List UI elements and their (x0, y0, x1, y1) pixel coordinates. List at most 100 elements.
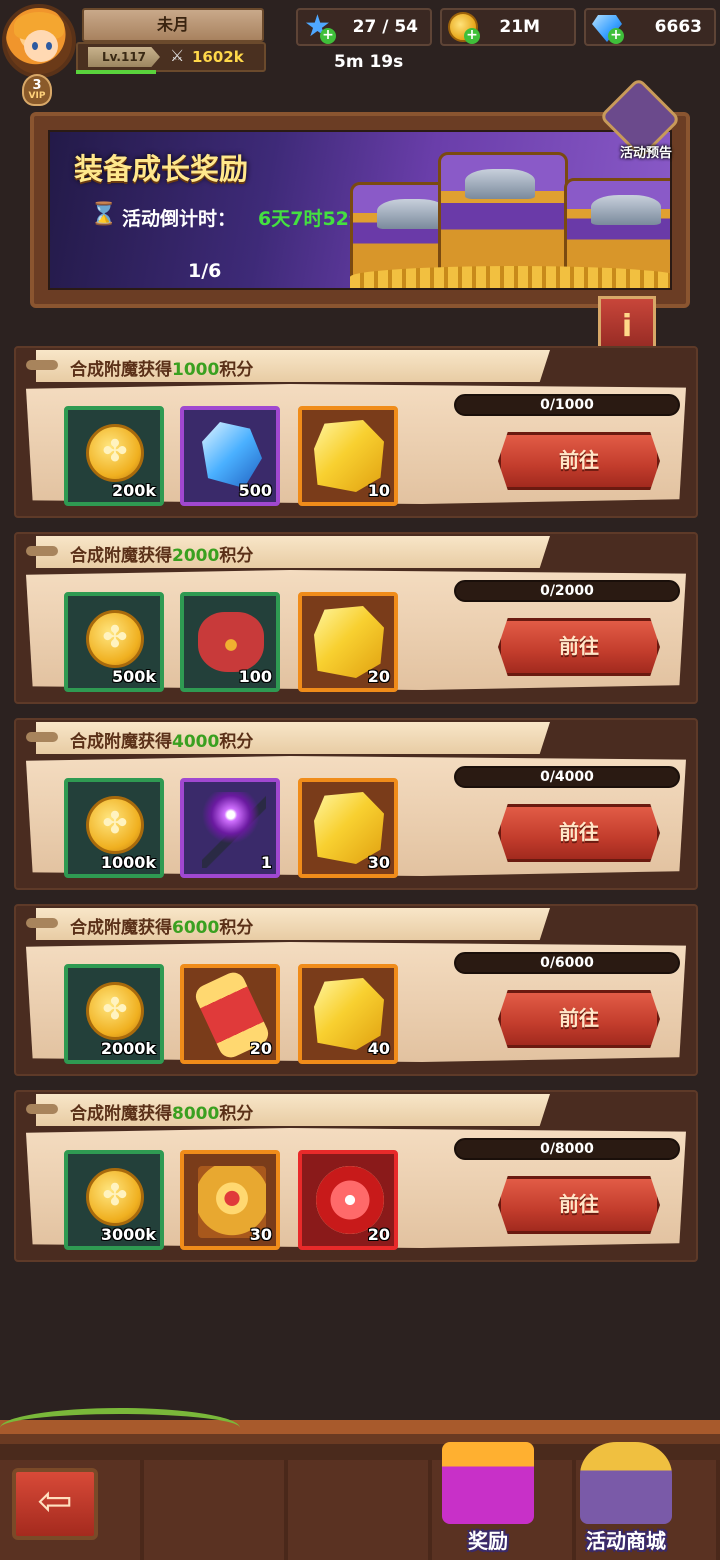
magic-staff-icon (202, 792, 266, 868)
title-suffix: 积分 (219, 360, 254, 380)
title-points: 6000 (172, 918, 220, 938)
item-count: 20 (367, 667, 390, 686)
reward-item-slot[interactable]: ✤ 2000k (64, 964, 164, 1064)
gem-value: 6663 (654, 17, 702, 37)
reward-row: 合成附魔获得4000积分 ✤ 1000k 1 30 0/4000 前往 (14, 718, 698, 890)
event-banner: 装备成长奖励 ⌛ 活动倒计时： 6天7时52分 1/6 (30, 112, 690, 308)
treasure-chest-icon (580, 1442, 672, 1524)
tab-rewards[interactable]: 奖励 (424, 1432, 552, 1558)
rope-icon (26, 1104, 58, 1114)
level-plate: Lv.117 ⚔ 1602k (76, 42, 266, 72)
title-suffix: 积分 (219, 546, 254, 566)
add-gems-icon[interactable]: + (608, 28, 624, 44)
treasure-chest-icon (564, 178, 670, 278)
reward-item-slot[interactable]: 20 (298, 1150, 398, 1250)
go-button[interactable]: 前往 (498, 432, 660, 490)
gold-coin-icon: ✤ (86, 796, 144, 854)
paw-token-icon (316, 1166, 384, 1234)
reward-row: 合成附魔获得1000积分 ✤ 200k 500 10 0/1000 前往 (14, 346, 698, 518)
gold-coin-icon: ✤ (86, 424, 144, 482)
item-count: 1 (260, 853, 272, 872)
progress-bar: 0/4000 (454, 766, 680, 788)
countdown-label: 活动倒计时： (122, 208, 237, 230)
reward-row: 合成附魔获得2000积分 ✤ 500k 100 20 0/2000 前往 (14, 532, 698, 704)
reward-item-slot[interactable]: ✤ 500k (64, 592, 164, 692)
reward-row: 合成附魔获得8000积分 ✤ 3000k 30 20 0/8000 前往 (14, 1090, 698, 1262)
event-preview-label: 活动预告 (619, 146, 672, 161)
hourglass-icon: ⌛ (90, 202, 118, 227)
blue-crystal-icon (202, 422, 262, 488)
crossed-swords-icon: ⚔ (170, 46, 185, 65)
reward-row-title: 合成附魔获得1000积分 (70, 355, 253, 380)
title-points: 2000 (172, 546, 220, 566)
red-pouch-icon (198, 612, 264, 672)
progress-bar: 0/8000 (454, 1138, 680, 1160)
item-count: 500k (111, 667, 156, 686)
gold-coin-icon: ✤ (86, 982, 144, 1040)
item-count: 20 (367, 1225, 390, 1244)
item-count: 500 (238, 481, 272, 500)
player-power: 1602k (192, 48, 244, 66)
title-prefix: 合成附魔获得 (70, 918, 172, 938)
gem-resource[interactable]: + 6663 (584, 8, 716, 46)
go-button[interactable]: 前往 (498, 990, 660, 1048)
gold-coin-icon: ✤ (86, 1168, 144, 1226)
tab-rewards-label: 奖励 (468, 1529, 508, 1553)
chest-loot (591, 195, 661, 225)
item-count: 30 (367, 853, 390, 872)
gift-box-icon (442, 1442, 534, 1524)
go-button[interactable]: 前往 (498, 618, 660, 676)
vip-badge[interactable]: 3 VIP (22, 74, 52, 106)
event-preview-button[interactable]: 活动预告 (598, 76, 684, 170)
reward-item-slot[interactable]: 100 (180, 592, 280, 692)
item-count: 20 (249, 1039, 272, 1058)
title-points: 4000 (172, 732, 220, 752)
reward-row-title: 合成附魔获得8000积分 (70, 1099, 253, 1124)
rope-icon (26, 546, 58, 556)
title-suffix: 积分 (219, 1104, 254, 1124)
player-avatar[interactable] (2, 4, 76, 78)
player-level: Lv.117 (88, 47, 160, 67)
item-count: 40 (367, 1039, 390, 1058)
go-button[interactable]: 前往 (498, 1176, 660, 1234)
title-prefix: 合成附魔获得 (70, 732, 172, 752)
reward-item-slot[interactable]: 30 (298, 778, 398, 878)
add-gold-icon[interactable]: + (464, 28, 480, 44)
stamina-resource[interactable]: ★ + 27 / 54 (296, 8, 432, 46)
back-button[interactable]: ⇦ (12, 1468, 98, 1540)
gold-resource[interactable]: + 21M (440, 8, 576, 46)
vip-label: VIP (28, 91, 46, 101)
reward-item-slot[interactable]: 1 (180, 778, 280, 878)
title-points: 8000 (172, 1104, 220, 1124)
reward-item-slot[interactable]: 500 (180, 406, 280, 506)
avatar-eye (46, 42, 52, 50)
reward-item-slot[interactable]: 30 (180, 1150, 280, 1250)
reward-item-slot[interactable]: 20 (298, 592, 398, 692)
reward-item-slot[interactable]: ✤ 1000k (64, 778, 164, 878)
item-count: 2000k (100, 1039, 156, 1058)
reward-item-slot[interactable]: ✤ 3000k (64, 1150, 164, 1250)
tab-event-shop[interactable]: 活动商城 (562, 1432, 690, 1558)
reward-item-slot[interactable]: 20 (180, 964, 280, 1064)
item-count: 1000k (100, 853, 156, 872)
progress-bar: 0/2000 (454, 580, 680, 602)
avatar-face (24, 30, 58, 62)
reward-item-slot[interactable]: ✤ 200k (64, 406, 164, 506)
reward-item-slot[interactable]: 40 (298, 964, 398, 1064)
item-count: 10 (367, 481, 390, 500)
stamina-timer: 5m 19s (334, 52, 404, 72)
exp-bar (76, 70, 156, 74)
chest-loot (377, 199, 447, 229)
add-stamina-icon[interactable]: + (320, 28, 336, 44)
go-button[interactable]: 前往 (498, 804, 660, 862)
progress-bar: 0/6000 (454, 952, 680, 974)
banner-page-indicator: 1/6 (188, 260, 222, 282)
reward-item-slot[interactable]: 10 (298, 406, 398, 506)
title-prefix: 合成附魔获得 (70, 360, 172, 380)
title-suffix: 积分 (219, 918, 254, 938)
coin-pile (350, 266, 670, 288)
title-suffix: 积分 (219, 732, 254, 752)
player-name: 未月 (82, 8, 264, 42)
title-prefix: 合成附魔获得 (70, 1104, 172, 1124)
item-count: 100 (238, 667, 272, 686)
